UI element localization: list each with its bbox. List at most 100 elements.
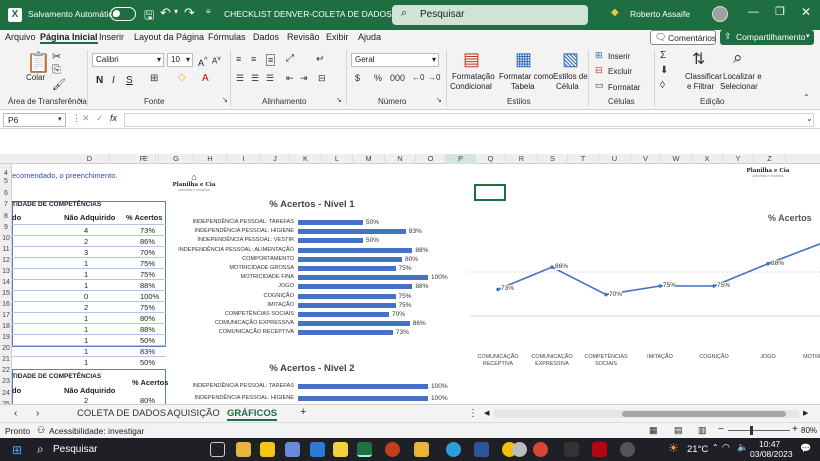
menu-exibir[interactable]: Exibir	[326, 32, 349, 42]
fill-color-icon[interactable]: ◇	[178, 72, 186, 83]
data-point[interactable]	[766, 261, 770, 266]
page-layout-icon[interactable]: ▤	[674, 425, 683, 436]
zoom-out-icon[interactable]: −	[718, 424, 724, 435]
restore-icon[interactable]: ❐	[775, 5, 785, 18]
row-header[interactable]: 18	[0, 323, 12, 330]
bar-chart-nivel-1[interactable]: % Acertos - Nível 1 INDEPENDÊNCIA PESSOA…	[172, 196, 452, 346]
decrease-indent-icon[interactable]: ⇤	[286, 73, 294, 84]
insert-function-icon[interactable]: fx	[110, 113, 117, 123]
column-header[interactable]: O	[416, 154, 446, 164]
sticky-notes-icon[interactable]	[260, 442, 275, 457]
cell-nao-adquirido[interactable]: 4	[84, 226, 88, 235]
cell-percent[interactable]: 50%	[140, 336, 155, 345]
powerpoint-icon[interactable]	[385, 442, 400, 457]
row-header[interactable]: 4	[0, 170, 12, 177]
tray-up-icon[interactable]: ⌃	[712, 443, 719, 452]
cell-nao-adquirido[interactable]: 3	[84, 248, 88, 257]
normal-view-icon[interactable]: ▦	[649, 425, 658, 436]
cell-percent[interactable]: 86%	[140, 237, 155, 246]
menu-arquivo[interactable]: Arquivo	[5, 32, 36, 42]
font-launcher-icon[interactable]: ↘	[222, 96, 228, 104]
increase-decimal-icon[interactable]: ←0	[412, 73, 424, 82]
insert-cells-icon[interactable]: ⊞	[595, 50, 603, 61]
clock-date[interactable]: 03/08/2023	[750, 449, 793, 459]
row-header[interactable]: 13	[0, 268, 12, 275]
autosave-toggle[interactable]	[110, 7, 136, 21]
borders-icon[interactable]: ⊞	[150, 73, 158, 84]
find-select-icon[interactable]: ⌕	[733, 48, 743, 68]
close-icon[interactable]: ✕	[801, 5, 811, 19]
bar[interactable]	[298, 302, 396, 308]
word-icon[interactable]	[474, 442, 489, 457]
netflix-icon[interactable]	[592, 442, 607, 457]
cell-nao-adquirido[interactable]: 1	[84, 281, 88, 290]
tab-graficos[interactable]: GRÁFICOS	[227, 408, 278, 421]
undo-dropdown-icon[interactable]: ▾	[174, 7, 178, 16]
cell-percent[interactable]: 88%	[140, 281, 155, 290]
store-icon[interactable]	[285, 442, 300, 457]
autosum-icon[interactable]: Σ	[660, 50, 666, 61]
wifi-icon[interactable]: ◠	[722, 442, 730, 453]
cell-percent[interactable]: 75%	[140, 303, 155, 312]
align-center-icon[interactable]: ☰	[251, 73, 259, 84]
column-header[interactable]: D	[70, 154, 110, 164]
column-header[interactable]: J	[261, 154, 290, 164]
row-header[interactable]: 14	[0, 279, 12, 286]
row-header[interactable]: 10	[0, 235, 12, 242]
more-options-icon[interactable]: ⋮	[72, 113, 81, 124]
column-header[interactable]: V	[631, 154, 661, 164]
menu-formulas[interactable]: Fórmulas	[208, 32, 246, 42]
accessibility-status[interactable]: Acessibilidade: investigar	[49, 426, 144, 436]
cell-percent[interactable]: 73%	[140, 226, 155, 235]
column-header[interactable]: Z	[754, 154, 786, 164]
cell-nao-adquirido[interactable]: 1	[84, 358, 88, 367]
name-box[interactable]: P6 ▾	[3, 113, 66, 127]
clock-time[interactable]: 10:47	[759, 439, 780, 449]
cell-percent[interactable]: 100%	[140, 292, 159, 301]
cell-percent[interactable]: 70%	[140, 248, 155, 257]
row-header[interactable]: 5	[0, 178, 12, 185]
bar[interactable]	[298, 330, 393, 336]
data-point[interactable]	[550, 265, 554, 269]
menu-ajuda[interactable]: Ajuda	[358, 32, 381, 42]
cell-percent[interactable]: 80%	[140, 396, 155, 404]
italic-button[interactable]: I	[112, 75, 115, 86]
column-header[interactable]: Y	[723, 154, 754, 164]
row-header[interactable]: 24	[0, 390, 12, 397]
delete-label[interactable]: Excluir	[608, 67, 632, 76]
insert-label[interactable]: Inserir	[608, 52, 630, 61]
row-header[interactable]: 11	[0, 246, 12, 253]
notification-icon[interactable]: 💬	[800, 443, 811, 454]
row-header[interactable]: 16	[0, 301, 12, 308]
align-left-icon[interactable]: ☰	[236, 73, 244, 84]
zoom-in-icon[interactable]: +	[792, 424, 798, 435]
sort-filter-icon[interactable]: ⇅	[692, 49, 705, 69]
folder-icon[interactable]	[414, 442, 429, 457]
search-box[interactable]: ⌕ Pesquisar	[392, 5, 588, 25]
avatar[interactable]	[712, 6, 728, 22]
find-select-label-2[interactable]: Selecionar	[720, 82, 758, 91]
menu-revisao[interactable]: Revisão	[287, 32, 320, 42]
data-point[interactable]	[604, 292, 608, 297]
delete-cells-icon[interactable]: ⊟	[595, 65, 603, 76]
cell-percent[interactable]: 83%	[140, 347, 155, 356]
cell-nao-adquirido[interactable]: 1	[84, 314, 88, 323]
alignment-launcher-icon[interactable]: ↘	[336, 96, 342, 104]
row-header[interactable]: 19	[0, 334, 12, 341]
cell-percent[interactable]: 75%	[140, 270, 155, 279]
row-header[interactable]: 12	[0, 257, 12, 264]
scrollbar-thumb[interactable]	[622, 411, 786, 417]
windows-start-icon[interactable]: ⊞	[12, 443, 22, 457]
cut-icon[interactable]: ✂	[52, 50, 61, 63]
column-header[interactable]: N	[385, 154, 416, 164]
bar[interactable]	[298, 256, 402, 262]
scroll-left-icon[interactable]: ◀	[484, 409, 489, 417]
cell-percent[interactable]: 80%	[140, 314, 155, 323]
merge-cells-icon[interactable]: ⊟	[318, 73, 326, 84]
task-view-icon[interactable]	[210, 442, 225, 457]
sort-filter-label-1[interactable]: Classificar	[685, 72, 722, 81]
increase-font-icon[interactable]: A^	[198, 55, 208, 68]
column-header[interactable]: I	[227, 154, 261, 164]
thousands-icon[interactable]: 000	[390, 73, 405, 83]
column-header[interactable]: G	[159, 154, 194, 164]
